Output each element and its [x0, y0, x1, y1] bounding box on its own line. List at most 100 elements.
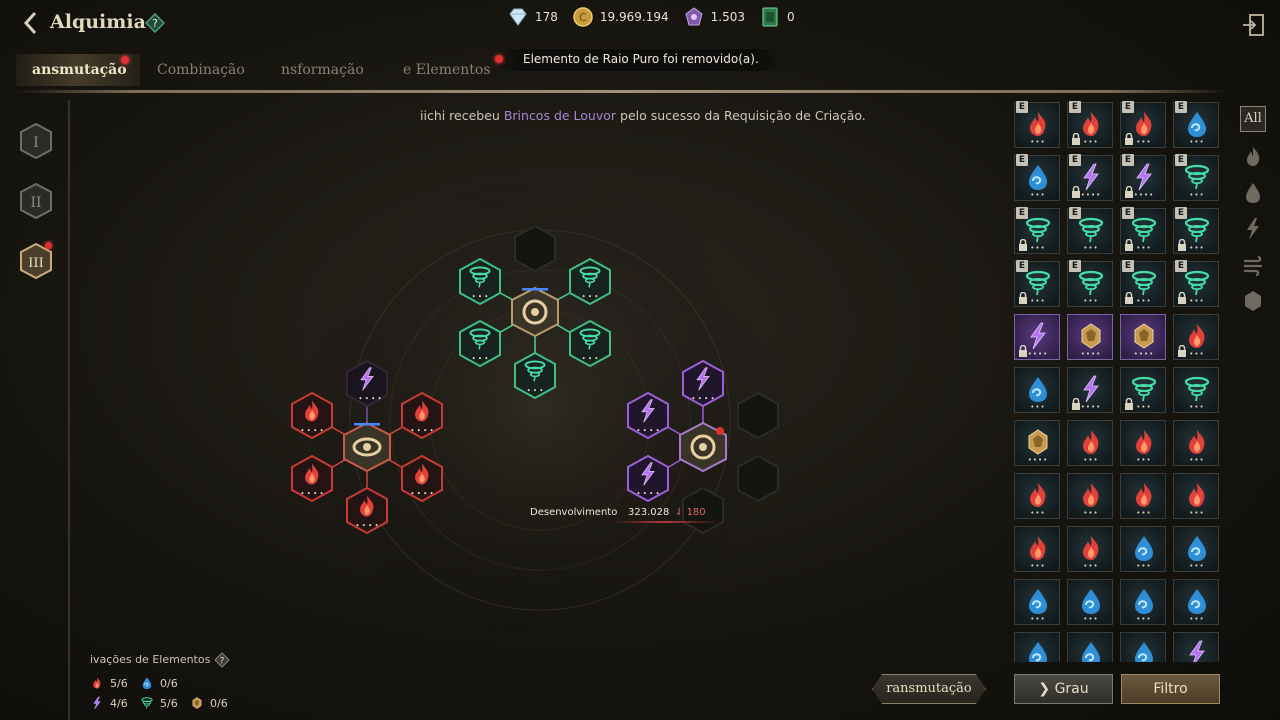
- tab-elementos[interactable]: e Elementos: [403, 62, 491, 78]
- inventory-cell-wind[interactable]: ••• E: [1014, 260, 1060, 307]
- back-arrow-icon[interactable]: [20, 9, 42, 37]
- inventory-cell-water[interactable]: •••: [1120, 526, 1166, 572]
- inventory-cell-fire[interactable]: ••• E: [1014, 101, 1060, 148]
- empty-slot[interactable]: [514, 224, 556, 273]
- inventory-cell-water[interactable]: ••• E: [1173, 101, 1219, 148]
- help-icon[interactable]: ?: [214, 652, 230, 668]
- filter-button[interactable]: Filtro: [1121, 674, 1220, 704]
- inventory-cell-wind[interactable]: ••• E: [1120, 260, 1166, 307]
- inventory-cell-water[interactable]: •••: [1067, 632, 1113, 662]
- grade-sort-button[interactable]: ❯ Grau: [1014, 674, 1113, 704]
- inventory-cell-fire[interactable]: ••• E: [1067, 101, 1113, 148]
- tab-transmutacao[interactable]: ansmutação: [32, 62, 127, 78]
- inventory-cell-wind[interactable]: •••: [1173, 367, 1219, 413]
- rank-tab-ii[interactable]: II: [19, 182, 53, 220]
- fire-slot[interactable]: • • • •: [346, 486, 388, 535]
- inventory-cell-water[interactable]: •••: [1173, 579, 1219, 625]
- svg-text:• • •: • • •: [527, 387, 544, 395]
- inventory-cell-earth[interactable]: ••••: [1120, 314, 1166, 360]
- inventory-cell-fire[interactable]: •••: [1067, 420, 1113, 466]
- inventory-cell-fire[interactable]: •••: [1067, 526, 1113, 572]
- lightning-slot[interactable]: • • • •: [627, 454, 669, 503]
- lightning-slot[interactable]: • • • •: [627, 391, 669, 440]
- inventory-cell-fire[interactable]: •••: [1173, 420, 1219, 466]
- rank-tab-iii[interactable]: III: [19, 242, 53, 280]
- grade-dots: •••: [1030, 403, 1046, 411]
- lightning-slot[interactable]: • • • •: [682, 359, 724, 408]
- equipped-badge: E: [1122, 101, 1134, 113]
- transmute-button[interactable]: ransmutação: [872, 674, 986, 704]
- currency-value: 0: [786, 10, 795, 24]
- inventory-cell-earth[interactable]: ••••: [1067, 314, 1113, 360]
- inventory-cell-lightning[interactable]: •••• E: [1120, 154, 1166, 201]
- inventory-cell-fire[interactable]: •••: [1120, 420, 1166, 466]
- wind-slot[interactable]: • • •: [514, 351, 556, 400]
- fire-slot[interactable]: • • • •: [291, 454, 333, 503]
- wind-slot[interactable]: • • •: [569, 257, 611, 306]
- help-icon[interactable]: ?: [145, 13, 165, 33]
- lock-icon: [1178, 239, 1186, 251]
- fire-slot[interactable]: • • • •: [291, 391, 333, 440]
- inventory-cell-lightning[interactable]: ••••: [1014, 314, 1060, 360]
- inventory-cell-water[interactable]: •••: [1120, 579, 1166, 625]
- inventory-cell-water[interactable]: •••: [1173, 526, 1219, 572]
- inventory-cell-water[interactable]: •••: [1067, 579, 1113, 625]
- inventory-cell-wind[interactable]: ••• E: [1014, 207, 1060, 254]
- grade-dots: •••: [1189, 615, 1205, 623]
- inventory-cell-water[interactable]: •••: [1014, 579, 1060, 625]
- inventory-cell-lightning[interactable]: ••••: [1067, 367, 1113, 413]
- inventory-cell-fire[interactable]: •••: [1014, 473, 1060, 519]
- water-filter-icon[interactable]: [1240, 180, 1266, 206]
- fire-icon: [1030, 536, 1046, 560]
- svg-text:• • •: • • •: [582, 293, 599, 301]
- cost-arrow-icon: ⇃: [675, 507, 687, 518]
- activation-lightning: 4/6: [90, 696, 128, 710]
- inventory-cell-fire[interactable]: •••: [1173, 314, 1219, 360]
- hexagon-icon: I: [20, 122, 52, 160]
- inventory-cell-fire[interactable]: •••: [1120, 473, 1166, 519]
- inventory-cell-wind[interactable]: ••• E: [1120, 207, 1166, 254]
- fire-filter-icon[interactable]: [1240, 144, 1266, 170]
- wind-slot[interactable]: • • •: [459, 319, 501, 368]
- activations-title: ivações de Elementos: [90, 653, 211, 666]
- wind-slot[interactable]: • • •: [569, 319, 611, 368]
- development-label: Desenvolvimento: [530, 507, 618, 518]
- rank-tab-i[interactable]: I: [19, 122, 53, 160]
- activation-earth: 0/6: [190, 696, 228, 710]
- inventory-cell-wind[interactable]: ••• E: [1173, 260, 1219, 307]
- inventory-cell-water[interactable]: •••: [1120, 632, 1166, 662]
- inventory-cell-wind[interactable]: ••• E: [1173, 207, 1219, 254]
- element-inventory: ••• E ••• E ••• E ••• E ••• E •••• E •••• E ••• E ••• E ••…: [1008, 100, 1224, 662]
- fire-slot[interactable]: • • • •: [401, 391, 443, 440]
- lightning-slot[interactable]: • • • •: [346, 359, 388, 408]
- empty-slot[interactable]: [737, 391, 779, 440]
- inventory-cell-lightning[interactable]: •••• E: [1067, 154, 1113, 201]
- inventory-cell-wind[interactable]: ••• E: [1067, 207, 1113, 254]
- grade-dots: •••: [1083, 509, 1099, 517]
- filter-all-button[interactable]: All: [1240, 106, 1266, 132]
- empty-slot[interactable]: [737, 454, 779, 503]
- tab-combinacao[interactable]: Combinação: [157, 62, 245, 78]
- inventory-cell-lightning[interactable]: ••••: [1173, 632, 1219, 662]
- earth-filter-icon[interactable]: [1240, 288, 1266, 314]
- tab-transformacao[interactable]: nsformação: [281, 62, 364, 78]
- inventory-cell-fire[interactable]: ••• E: [1120, 101, 1166, 148]
- inventory-cell-water[interactable]: •••: [1014, 632, 1060, 662]
- inventory-cell-fire[interactable]: •••: [1173, 473, 1219, 519]
- alert-dot: [45, 242, 52, 249]
- water-icon: [1081, 588, 1101, 615]
- wind-slot[interactable]: • • •: [459, 257, 501, 306]
- inventory-cell-fire[interactable]: •••: [1014, 526, 1060, 572]
- inventory-cell-water[interactable]: •••: [1014, 367, 1060, 413]
- exit-icon[interactable]: [1241, 13, 1265, 37]
- inventory-cell-wind[interactable]: ••• E: [1067, 260, 1113, 307]
- inventory-cell-wind[interactable]: ••• E: [1173, 154, 1219, 201]
- inventory-cell-fire[interactable]: •••: [1067, 473, 1113, 519]
- fire-slot[interactable]: • • • •: [401, 454, 443, 503]
- wind-filter-icon[interactable]: [1240, 252, 1266, 278]
- lightning-filter-icon[interactable]: [1240, 216, 1266, 242]
- inventory-cell-earth[interactable]: ••••: [1014, 420, 1060, 466]
- inventory-cell-wind[interactable]: •••: [1120, 367, 1166, 413]
- tab-divider: [14, 90, 1230, 93]
- inventory-cell-water[interactable]: ••• E: [1014, 154, 1060, 201]
